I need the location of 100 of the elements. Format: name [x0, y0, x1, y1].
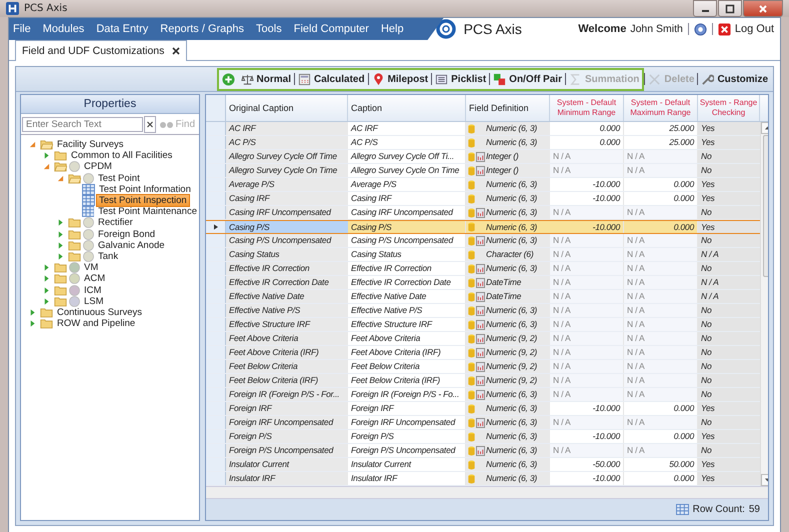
document-tab[interactable]: Field and UDF Customizations	[15, 40, 188, 61]
brand-name: PCS Axis	[464, 21, 522, 37]
table-cell: Insulator Current	[226, 458, 348, 471]
table-cell: Casing P/S	[226, 221, 348, 233]
toolbar-button[interactable]: Normal	[238, 70, 294, 88]
expanded-arrow-icon[interactable]	[43, 163, 50, 170]
folder-icon	[68, 228, 81, 240]
logout-icon[interactable]	[718, 22, 731, 36]
collapsed-arrow-icon[interactable]	[57, 230, 64, 238]
toolbar-button[interactable]: Milepost	[368, 70, 432, 88]
table-cell: Foreign IR (Foreign P/S - For...	[226, 388, 348, 401]
collapsed-arrow-icon[interactable]	[57, 252, 64, 260]
table-cell: N / A	[624, 388, 698, 401]
tree-item[interactable]: Common to All Facilities	[69, 150, 174, 162]
tree-item[interactable]: Foreign Bond	[96, 228, 158, 240]
expanded-arrow-icon[interactable]	[29, 141, 36, 148]
expanded-arrow-icon[interactable]	[57, 174, 64, 182]
table-cell: Foreign P/S	[226, 430, 348, 443]
column-header[interactable]: Caption	[348, 95, 466, 121]
collapsed-arrow-icon[interactable]	[43, 275, 50, 282]
database-icon	[468, 152, 475, 162]
tree-item[interactable]: Test Point Information	[97, 184, 193, 195]
table-cell: Yes	[698, 122, 760, 135]
collapsed-arrow-icon[interactable]	[43, 298, 50, 305]
menu-item[interactable]: Modules	[42, 23, 84, 35]
tree-item[interactable]: Test Point Inspection	[97, 195, 189, 206]
table-cell: N / A	[550, 388, 624, 401]
collapsed-arrow-icon[interactable]	[57, 219, 64, 226]
folder-icon	[54, 284, 67, 296]
menu-item[interactable]: Help	[380, 23, 404, 35]
table-cell: Numeric (6, 3)	[486, 220, 538, 234]
close-button[interactable]	[743, 0, 783, 17]
collapsed-arrow-icon[interactable]	[29, 308, 36, 316]
table-cell: No	[698, 304, 760, 317]
wrench-icon	[701, 72, 714, 86]
folder-icon	[54, 296, 67, 307]
search-field[interactable]: Enter Search Text	[22, 116, 143, 132]
menu-item[interactable]: Data Entry	[96, 23, 148, 35]
tree-item[interactable]: ROW and Pipeline	[55, 318, 138, 330]
maximize-button[interactable]	[718, 0, 742, 17]
table-cell: Casing IRF Uncompensated	[348, 206, 466, 219]
tree-item[interactable]: Tank	[96, 250, 120, 262]
column-header[interactable]: System - Default Minimum Range	[550, 95, 624, 121]
table-cell: Yes	[698, 192, 760, 205]
logout-link[interactable]: Log Out	[734, 23, 774, 35]
table-cell: 0.000	[624, 221, 698, 233]
toolbar-button[interactable]: Picklist	[432, 70, 490, 88]
row-header[interactable]	[206, 221, 226, 233]
toolbar-button[interactable]: Calculated	[295, 70, 368, 88]
tree-item[interactable]: ICM	[82, 284, 104, 296]
collapsed-arrow-icon[interactable]	[43, 264, 50, 272]
table-cell: Numeric (6, 3)	[486, 472, 538, 485]
tree-item[interactable]: Facility Surveys	[55, 139, 126, 150]
close-icon[interactable]	[172, 47, 180, 55]
table-cell: Casing IRF Uncompensated	[226, 206, 348, 219]
tree-item[interactable]: Test Point Maintenance	[96, 206, 199, 218]
table-cell: Numeric (9, 2)	[486, 360, 538, 373]
collapsed-arrow-icon[interactable]	[57, 242, 64, 249]
tree-item[interactable]: Rectifier	[96, 217, 135, 228]
tree-item[interactable]: CPDM	[82, 161, 114, 172]
toolbar-button[interactable]: On/Off Pair	[490, 70, 565, 88]
collapsed-arrow-icon[interactable]	[29, 320, 36, 328]
column-header[interactable]: System - Range Checking	[698, 95, 760, 121]
database-icon	[468, 194, 475, 204]
menu-item[interactable]: File	[13, 23, 31, 35]
column-header[interactable]: Original Caption	[226, 95, 348, 121]
toolbar-button[interactable]: Customize	[698, 70, 771, 88]
row-count-label: Row Count:	[692, 504, 745, 515]
table-icon	[82, 195, 95, 206]
help-icon[interactable]	[694, 22, 707, 36]
table-cell: No	[698, 206, 760, 219]
table-cell: N / A	[550, 318, 624, 331]
table-cell: Foreign P/S	[348, 430, 466, 443]
collapsed-arrow-icon[interactable]	[43, 286, 50, 294]
row-count-value: 59	[748, 504, 760, 515]
table-cell: Casing Status	[348, 248, 466, 261]
table-cell: Numeric (6, 3)	[486, 388, 538, 401]
column-header[interactable]: System - Default Maximum Range	[624, 95, 698, 121]
close-icon	[758, 4, 768, 14]
table-cell: Foreign IRF	[226, 402, 348, 415]
menu-item[interactable]: Reports / Graphs	[160, 23, 244, 35]
column-header[interactable]: Field Definition	[466, 95, 550, 121]
collapsed-arrow-icon[interactable]	[43, 152, 50, 160]
tree-item[interactable]: Continuous Surveys	[55, 306, 144, 318]
table-cell: Allegro Survey Cycle Off Time	[226, 150, 348, 163]
tree-item[interactable]: Test Point	[96, 172, 142, 184]
table-cell: AC P/S	[348, 136, 466, 149]
table-cell: N / A	[624, 374, 698, 387]
horizontal-scrollbar[interactable]	[206, 486, 768, 499]
table-cell: Feet Above Criteria	[348, 332, 466, 345]
tree-item[interactable]: LSM	[82, 296, 106, 307]
table-cell: N / A	[550, 332, 624, 345]
tree-item[interactable]: Galvanic Anode	[96, 240, 167, 251]
menu-item[interactable]: Tools	[256, 23, 282, 35]
table-cell: Foreign IRF Uncompensated	[226, 416, 348, 429]
clear-icon[interactable]	[144, 116, 156, 132]
minimize-button[interactable]	[693, 0, 717, 17]
tree-item[interactable]: VM	[82, 262, 100, 274]
menu-item[interactable]: Field Computer	[294, 23, 369, 35]
tree-item[interactable]: ACM	[82, 273, 108, 284]
